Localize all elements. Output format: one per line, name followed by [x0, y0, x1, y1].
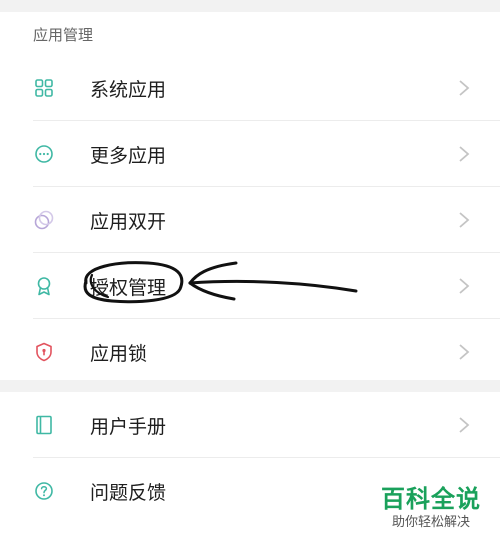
- menu-item-label: 用户手册: [90, 416, 167, 438]
- menu-item-dual-apps[interactable]: 应用双开: [0, 187, 500, 253]
- menu-item-label: 授权管理: [90, 277, 167, 299]
- menu-item-label: 应用双开: [90, 211, 167, 233]
- chevron-right-icon: [459, 344, 470, 360]
- dual-circles-icon: [34, 210, 54, 230]
- top-gap: [0, 0, 500, 12]
- menu-item-label: 系统应用: [90, 79, 167, 101]
- app-management-section: 应用管理 系统应用 更多应用 应用双开 授权管理 应用锁: [0, 12, 500, 380]
- menu-item-user-manual[interactable]: 用户手册: [0, 392, 500, 458]
- menu-item-system-apps[interactable]: 系统应用: [0, 55, 500, 121]
- menu-item-permission-management[interactable]: 授权管理: [0, 253, 500, 319]
- watermark: 百科全说 助你轻松解决: [372, 484, 490, 544]
- menu-item-app-lock[interactable]: 应用锁: [0, 319, 500, 385]
- chevron-right-icon: [459, 417, 470, 433]
- book-icon: [36, 415, 52, 435]
- chevron-right-icon: [459, 80, 470, 96]
- watermark-subtitle: 助你轻松解决: [391, 515, 470, 530]
- menu-item-label: 应用锁: [90, 343, 148, 365]
- menu-item-label: 更多应用: [90, 145, 167, 167]
- section-header: 应用管理: [33, 26, 94, 44]
- more-dots-icon: [35, 145, 53, 163]
- menu-item-label: 问题反馈: [90, 482, 167, 504]
- menu-item-more-apps[interactable]: 更多应用: [0, 121, 500, 187]
- shield-lock-icon: [36, 342, 52, 362]
- watermark-title: 百科全说: [381, 485, 481, 513]
- chevron-right-icon: [459, 146, 470, 162]
- chevron-right-icon: [459, 278, 470, 294]
- grid-icon: [35, 79, 53, 97]
- award-ribbon-icon: [37, 277, 51, 296]
- chevron-right-icon: [459, 212, 470, 228]
- question-circle-icon: [35, 482, 53, 500]
